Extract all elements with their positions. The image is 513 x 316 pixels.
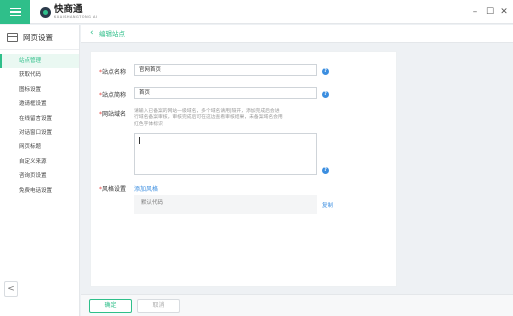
app-logo: 快商通 KUAISHANGTONG AI bbox=[40, 3, 97, 21]
sidebar-item-online-message[interactable]: 在线留言设置 bbox=[0, 112, 79, 126]
add-style-link[interactable]: 添加风格 bbox=[134, 184, 158, 193]
site-name-input[interactable]: 官网首页 bbox=[134, 64, 317, 76]
menu-icon[interactable] bbox=[0, 0, 30, 24]
close-icon[interactable]: ✕ bbox=[498, 6, 510, 18]
action-bar: 确定 取消 bbox=[81, 294, 513, 316]
sidebar-item-get-code[interactable]: 获取代码 bbox=[0, 68, 79, 82]
minimize-icon[interactable]: – bbox=[469, 6, 481, 18]
sidebar-menu: 站点管理 获取代码 图标设置 邀请框设置 在线留言设置 对话窗口设置 网页标题 … bbox=[0, 50, 79, 198]
text-caret bbox=[139, 137, 140, 144]
logo-icon bbox=[40, 6, 51, 18]
sidebar-item-invite-box[interactable]: 邀请框设置 bbox=[0, 97, 79, 111]
domain-textarea[interactable] bbox=[134, 133, 317, 175]
sidebar-item-free-phone[interactable]: 免费电话设置 bbox=[0, 184, 79, 198]
confirm-button[interactable]: 确定 bbox=[89, 299, 132, 313]
domain-label: *网站域名 bbox=[99, 111, 127, 118]
default-style-item[interactable]: 默认代码 bbox=[134, 195, 317, 214]
style-label: *风格设置 bbox=[99, 186, 127, 193]
app-subtitle: KUAISHANGTONG AI bbox=[54, 14, 98, 19]
sidebar-item-consult-page[interactable]: 咨询页设置 bbox=[0, 169, 79, 183]
help-icon[interactable]: ? bbox=[322, 167, 329, 174]
back-chevron-icon[interactable]: ‹ bbox=[90, 28, 94, 38]
cancel-button[interactable]: 取消 bbox=[137, 299, 180, 313]
site-short-input[interactable]: 首页 bbox=[134, 87, 317, 99]
sidebar: 网页设置 站点管理 获取代码 图标设置 邀请框设置 在线留言设置 对话窗口设置 … bbox=[0, 25, 80, 316]
web-page-icon bbox=[7, 32, 18, 42]
sidebar-item-chat-window[interactable]: 对话窗口设置 bbox=[0, 126, 79, 140]
help-icon[interactable]: ? bbox=[322, 68, 329, 75]
title-bar: 快商通 KUAISHANGTONG AI – ☐ ✕ bbox=[0, 0, 513, 24]
site-short-label: *站点简称 bbox=[99, 92, 127, 99]
site-name-label: *站点名称 bbox=[99, 69, 127, 76]
sidebar-header: 网页设置 bbox=[0, 25, 79, 50]
help-icon[interactable]: ? bbox=[322, 91, 329, 98]
sidebar-item-page-title[interactable]: 网页标题 bbox=[0, 140, 79, 154]
edit-site-form: *站点名称 官网首页 ? *站点简称 首页 ? *网站域名 请输入已备案的网站一… bbox=[90, 51, 397, 287]
maximize-icon[interactable]: ☐ bbox=[484, 6, 496, 18]
breadcrumb: ‹ 编辑站点 bbox=[81, 25, 513, 43]
domain-note: 请输入已备案的网站一级域名，多个域名请用|隔开，添加完成后会进 行域名备案审核，… bbox=[134, 109, 283, 127]
sidebar-item-custom-source[interactable]: 自定义来源 bbox=[0, 155, 79, 169]
copy-link[interactable]: 复制 bbox=[322, 201, 333, 209]
app-name: 快商通 bbox=[54, 4, 83, 15]
breadcrumb-title[interactable]: 编辑站点 bbox=[99, 29, 125, 39]
sidebar-item-icon-settings[interactable]: 图标设置 bbox=[0, 83, 79, 97]
collapse-sidebar-button[interactable]: < bbox=[4, 281, 18, 297]
sidebar-item-site-management[interactable]: 站点管理 bbox=[0, 54, 79, 69]
sidebar-title: 网页设置 bbox=[23, 32, 53, 42]
